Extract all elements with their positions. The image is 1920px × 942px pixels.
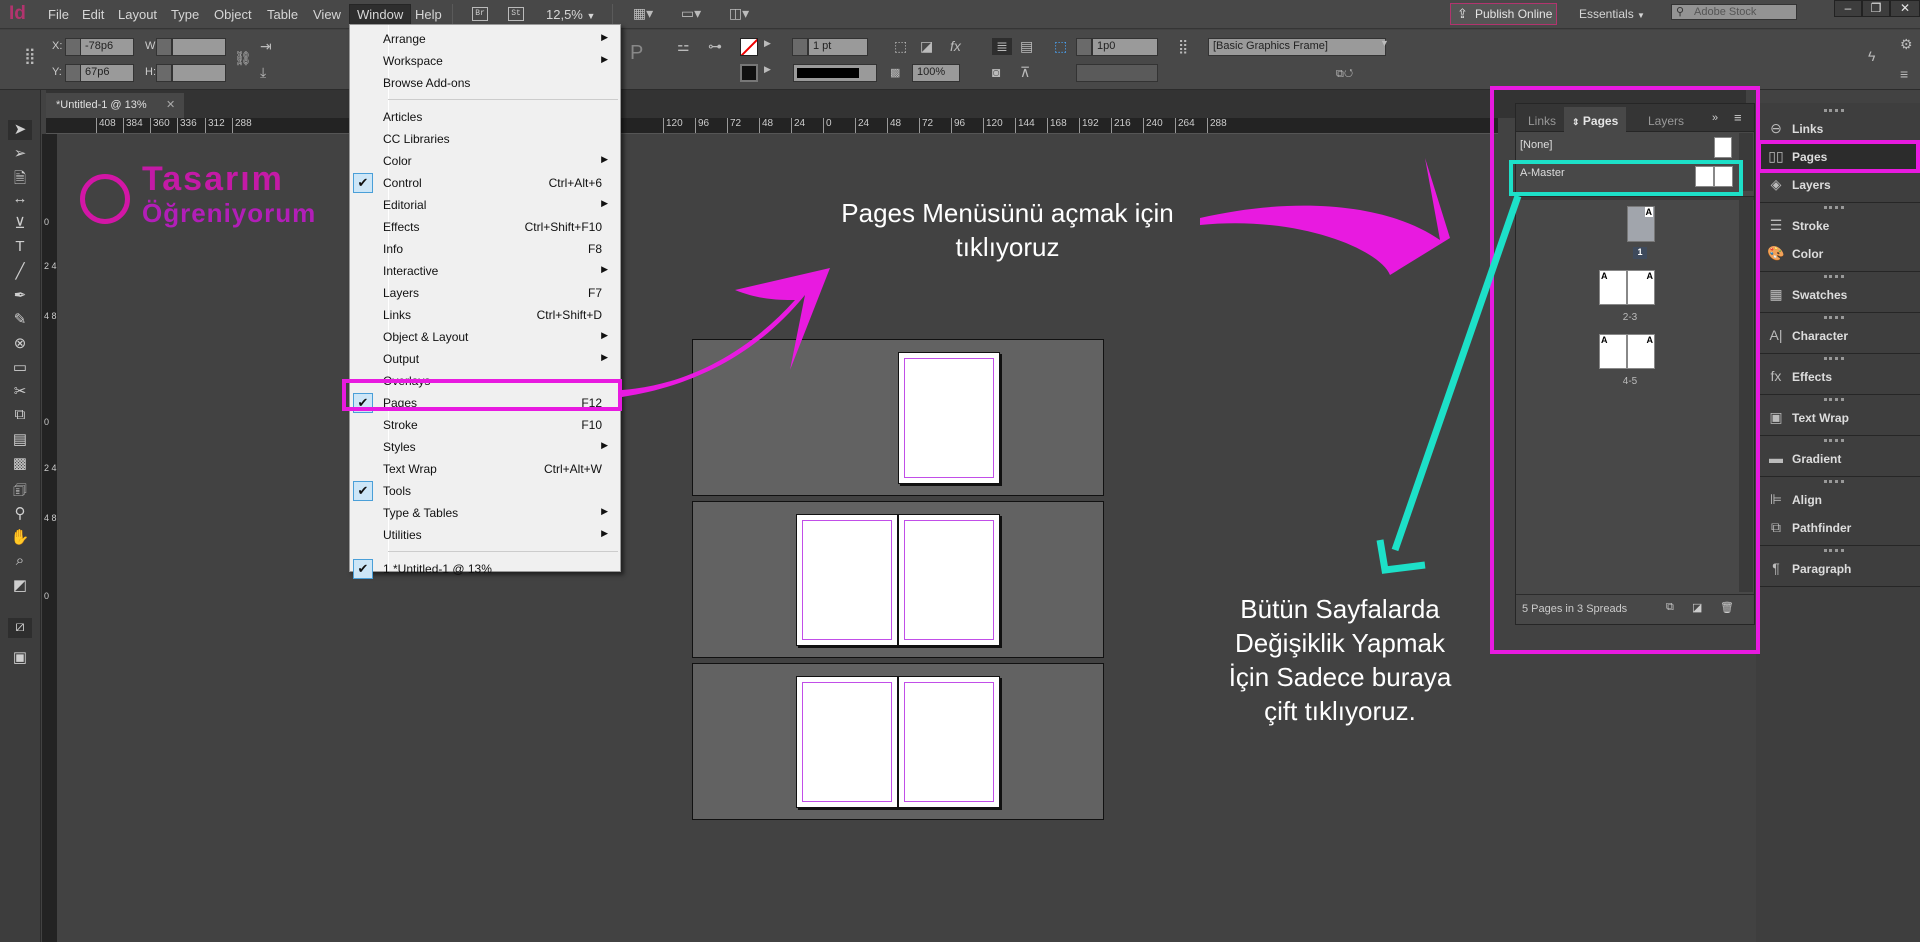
arrow-head-master [1376,539,1426,574]
arrow-from-menu [622,268,830,397]
annotation-arrows [622,158,1522,574]
arrow-to-panel [1200,158,1450,275]
